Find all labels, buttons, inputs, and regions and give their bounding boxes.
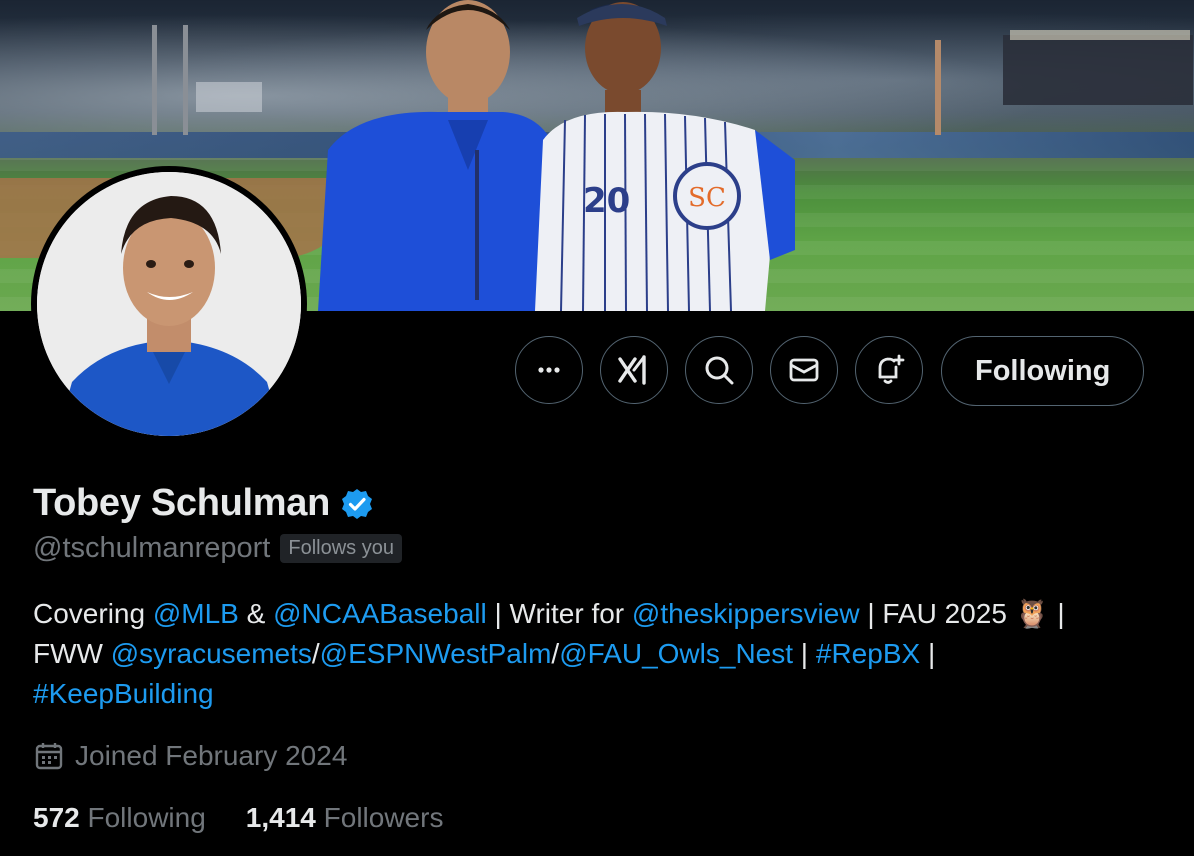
bio-text: | Writer for bbox=[486, 598, 632, 629]
search-icon bbox=[705, 356, 734, 385]
following-stat[interactable]: 572 Following bbox=[33, 802, 206, 834]
search-button[interactable] bbox=[685, 336, 753, 404]
bio-text: | bbox=[920, 638, 936, 669]
mail-icon bbox=[789, 358, 819, 382]
grok-button[interactable] bbox=[600, 336, 668, 404]
banner-person-right: SC 20 bbox=[535, 2, 795, 311]
jersey-number-text: 20 bbox=[583, 181, 630, 221]
bio-text: FWW bbox=[33, 638, 111, 669]
bio-text: | FAU 2025 bbox=[859, 598, 1015, 629]
followers-label: Followers bbox=[323, 802, 444, 833]
profile-name-row: Tobey Schulman bbox=[33, 482, 374, 525]
mention-link[interactable]: @FAU_Owls_Nest bbox=[559, 638, 793, 669]
bio-line-1: Covering @MLB & @NCAABaseball | Writer f… bbox=[33, 594, 1163, 634]
owl-emoji: 🦉 bbox=[1014, 598, 1050, 629]
followers-stat[interactable]: 1,414 Followers bbox=[246, 802, 444, 834]
bio: Covering @MLB & @NCAABaseball | Writer f… bbox=[33, 594, 1163, 714]
followers-count: 1,414 bbox=[245, 802, 316, 833]
joined-text: Joined February 2024 bbox=[75, 740, 348, 771]
mention-link[interactable]: @MLB bbox=[153, 598, 239, 629]
avatar[interactable] bbox=[31, 166, 307, 442]
bio-text: & bbox=[238, 598, 274, 629]
mention-link[interactable]: @syracusemets bbox=[111, 638, 312, 669]
profile-handle-row: @tschulmanreport Follows you bbox=[33, 532, 402, 565]
more-icon bbox=[538, 367, 560, 373]
hashtag-link[interactable]: #KeepBuilding bbox=[33, 678, 214, 709]
jersey-logo-text: SC bbox=[688, 183, 726, 213]
following-count: 572 bbox=[33, 802, 80, 833]
bio-text: / bbox=[311, 638, 320, 669]
notify-button[interactable] bbox=[855, 336, 923, 404]
mention-link[interactable]: @theskippersview bbox=[632, 598, 860, 629]
hashtag-link[interactable]: #RepBX bbox=[816, 638, 920, 669]
bell-plus-icon bbox=[878, 354, 905, 384]
more-button[interactable] bbox=[515, 336, 583, 404]
follow-stats: 572 Following 1,414 Followers bbox=[33, 802, 443, 834]
bio-line-3: #KeepBuilding bbox=[33, 674, 1163, 714]
display-name: Tobey Schulman bbox=[33, 482, 331, 524]
mention-link[interactable]: @NCAABaseball bbox=[273, 598, 487, 629]
follows-you-badge: Follows you bbox=[280, 534, 402, 563]
handle: @tschulmanreport bbox=[33, 532, 271, 564]
bio-line-2: FWW @syracusemets/@ESPNWestPalm/@FAU_Owl… bbox=[33, 634, 1163, 674]
bio-text: | bbox=[793, 638, 816, 669]
verified-badge-icon[interactable] bbox=[340, 487, 374, 521]
mention-link[interactable]: @ESPNWestPalm bbox=[320, 638, 552, 669]
following-label: Following bbox=[87, 802, 206, 833]
bio-text: Covering bbox=[33, 598, 153, 629]
profile-actions: Following bbox=[515, 336, 1145, 406]
grok-icon bbox=[618, 355, 646, 385]
message-button[interactable] bbox=[770, 336, 838, 404]
calendar-icon bbox=[35, 743, 63, 770]
avatar-photo bbox=[37, 172, 301, 436]
joined-date: Joined February 2024 bbox=[33, 740, 347, 772]
bio-text: | bbox=[1049, 598, 1065, 629]
following-button[interactable]: Following bbox=[941, 336, 1145, 406]
